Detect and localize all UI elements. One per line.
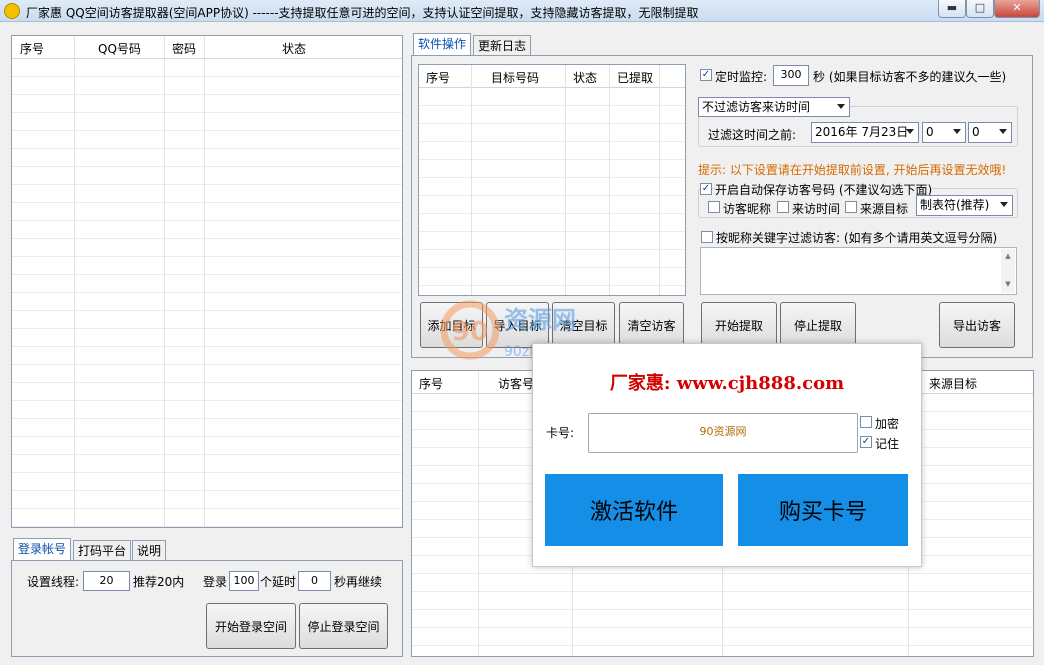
stop-login-button[interactable]: 停止登录空间: [299, 603, 388, 649]
autosave-checkbox[interactable]: ✓: [700, 183, 712, 195]
dialog-title: 厂家惠: www.cjh888.com: [609, 373, 845, 394]
card-label: 卡号:: [546, 426, 575, 440]
col-password: 密码: [172, 42, 197, 56]
date-picker[interactable]: 2016年 7月23日: [811, 122, 919, 143]
nickname-checkbox[interactable]: [708, 201, 720, 213]
maximize-button[interactable]: □: [966, 0, 994, 18]
chevron-down-icon: [1000, 202, 1008, 207]
col-status: 状态: [282, 42, 307, 56]
col-target-index: 序号: [426, 71, 451, 85]
app-icon: [4, 3, 20, 19]
textarea-scrollbar[interactable]: ▲ ▼: [1001, 249, 1015, 293]
target-table-header: 序号 目标号码 状态 已提取: [419, 65, 685, 88]
threads-hint: 推荐20内: [133, 575, 185, 589]
source-target-checkbox[interactable]: [845, 201, 857, 213]
tab-captcha-platform[interactable]: 打码平台: [73, 540, 132, 562]
minimize-button[interactable]: ▬: [938, 0, 966, 18]
autosave-label: 开启自动保存访客号码 (不建议勾选下面): [715, 181, 933, 198]
col-target-extracted: 已提取: [617, 71, 654, 85]
activate-button[interactable]: 激活软件: [545, 474, 723, 546]
chevron-down-icon: [837, 104, 845, 109]
stop-extract-button[interactable]: 停止提取: [780, 302, 856, 348]
minute-value: 0: [972, 125, 980, 139]
delay-input[interactable]: 0: [298, 571, 331, 591]
keyword-filter-label: 按昵称关键字过滤访客: (如有多个请用英文逗号分隔): [716, 231, 998, 245]
filter-before-label: 过滤这时间之前:: [708, 128, 797, 142]
chevron-down-icon: [906, 129, 914, 134]
col-visitor-index: 序号: [419, 377, 444, 391]
minute-select[interactable]: 0: [968, 122, 1012, 143]
chevron-down-icon: [999, 129, 1007, 134]
visit-time-checkbox[interactable]: [777, 201, 789, 213]
separator-value: 制表符(推荐): [920, 198, 990, 212]
settings-tip: 提示: 以下设置请在开始提取前设置, 开始后再设置无效哦!: [698, 163, 1007, 177]
encrypt-label: 加密: [875, 417, 900, 431]
target-table[interactable]: 序号 目标号码 状态 已提取: [418, 64, 686, 296]
keyword-filter-checkbox[interactable]: [701, 231, 713, 243]
tab-changelog[interactable]: 更新日志: [473, 35, 532, 57]
start-extract-button[interactable]: 开始提取: [701, 302, 777, 348]
filter-mode-value: 不过滤访客来访时间: [702, 100, 811, 114]
target-table-rows: [419, 88, 685, 295]
buy-card-button[interactable]: 购买卡号: [738, 474, 908, 546]
watermark-number: 90: [452, 317, 488, 347]
separator-select[interactable]: 制表符(推荐): [916, 195, 1013, 216]
delay-label: 个延时: [260, 575, 297, 589]
tab-login-account[interactable]: 登录帐号: [13, 538, 72, 562]
visit-time-label: 来访时间: [792, 202, 841, 216]
export-visitors-button[interactable]: 导出访客: [939, 302, 1015, 348]
card-number-input[interactable]: 90资源网: [588, 413, 858, 453]
monitor-label: 定时监控:: [715, 70, 768, 84]
start-login-button[interactable]: 开始登录空间: [206, 603, 296, 649]
account-table-header: 序号 QQ号码 密码 状态: [12, 36, 402, 59]
hour-select[interactable]: 0: [922, 122, 966, 143]
col-target-number: 目标号码: [491, 71, 540, 85]
source-target-label: 来源目标: [860, 202, 909, 216]
date-value: 2016年 7月23日: [815, 125, 909, 139]
account-table-rows: [12, 59, 402, 527]
tab-software-ops[interactable]: 软件操作: [413, 33, 472, 57]
filter-mode-select[interactable]: 不过滤访客来访时间: [698, 97, 850, 117]
tab-help[interactable]: 说明: [132, 540, 167, 562]
chevron-down-icon: [953, 129, 961, 134]
account-table[interactable]: 序号 QQ号码 密码 状态: [11, 35, 403, 528]
monitor-checkbox[interactable]: ✓: [700, 69, 712, 81]
monitor-hint: 秒 (如果目标访客不多的建议久一些): [813, 70, 1007, 84]
keyword-textarea[interactable]: ▲ ▼: [700, 247, 1017, 295]
col-qq: QQ号码: [98, 42, 141, 56]
monitor-interval-input[interactable]: 300: [773, 65, 809, 86]
remember-checkbox[interactable]: ✓: [860, 436, 872, 448]
col-visitor-source: 来源目标: [929, 377, 978, 391]
continue-label: 秒再继续: [334, 575, 383, 589]
login-count-label: 登录: [203, 575, 228, 589]
close-button[interactable]: ✕: [994, 0, 1040, 18]
hour-value: 0: [926, 125, 934, 139]
col-visitor-number: 访客号: [498, 377, 535, 391]
col-index: 序号: [20, 42, 45, 56]
window-title: 厂家惠 QQ空间访客提取器(空间APP协议) ------支持提取任意可进的空间…: [26, 6, 699, 20]
threads-label: 设置线程:: [27, 575, 80, 589]
nickname-label: 访客昵称: [723, 202, 772, 216]
watermark-cn: 资源网: [504, 306, 576, 334]
remember-label: 记住: [875, 437, 900, 451]
login-count-input[interactable]: 100: [229, 571, 259, 591]
encrypt-checkbox[interactable]: [860, 416, 872, 428]
threads-input[interactable]: 20: [83, 571, 130, 591]
col-target-status: 状态: [573, 71, 598, 85]
activation-dialog: 厂家惠: www.cjh888.com 卡号: 90资源网 加密 ✓ 记住 激活…: [532, 343, 922, 567]
